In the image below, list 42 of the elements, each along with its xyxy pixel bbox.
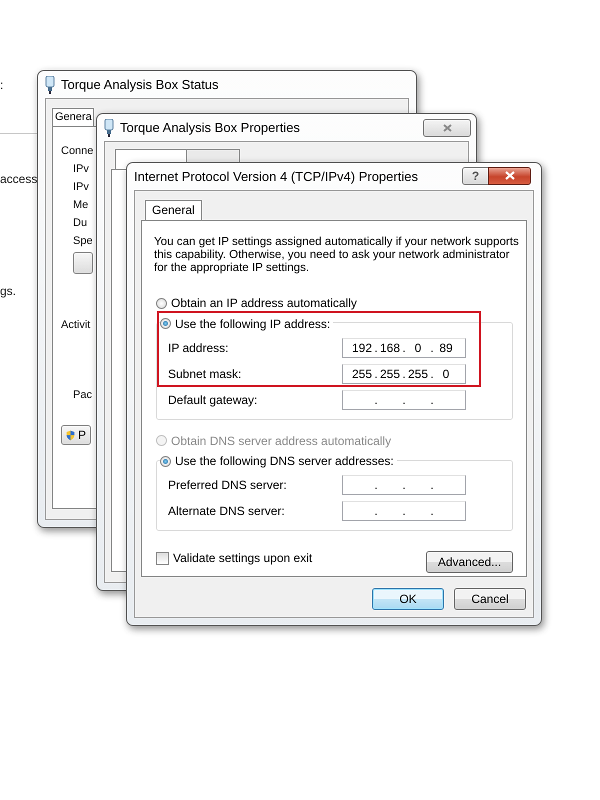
window-title: Torque Analysis Box Properties bbox=[120, 120, 301, 135]
close-icon bbox=[442, 124, 452, 132]
status-label: Conne bbox=[61, 145, 94, 157]
background-text: : bbox=[0, 78, 4, 92]
field-label: Subnet mask: bbox=[168, 366, 242, 380]
status-label: IPv bbox=[73, 163, 89, 175]
field-label: Preferred DNS server: bbox=[168, 478, 287, 492]
window-title: Internet Protocol Version 4 (TCP/IPv4) Properties bbox=[134, 169, 419, 184]
description-text: You can get IP settings assigned automatically if your network supports this capability. Otherwise, you need to ask your network administrator for the appropriate IP settings. bbox=[154, 235, 520, 274]
background-text: gs. bbox=[0, 284, 16, 298]
radio-button[interactable]: Use the following IP address: bbox=[160, 316, 330, 330]
status-label: Spe bbox=[73, 235, 93, 247]
status-button[interactable] bbox=[73, 252, 93, 274]
field-label: IP address: bbox=[168, 340, 228, 354]
ip-address-field[interactable]: . . . bbox=[342, 501, 466, 521]
tab[interactable]: General bbox=[145, 200, 202, 220]
field-label: Alternate DNS server: bbox=[168, 504, 285, 518]
window-title: Torque Analysis Box Status bbox=[61, 77, 220, 92]
ip-address-field[interactable]: . . . bbox=[342, 390, 466, 410]
help-button[interactable]: ? bbox=[462, 166, 489, 184]
status-label: IPv bbox=[73, 181, 89, 193]
radio-button[interactable]: Obtain an IP address automatically bbox=[156, 296, 513, 310]
network-adapter-icon bbox=[45, 76, 55, 94]
close-button[interactable] bbox=[488, 166, 531, 184]
cancel-button[interactable]: Cancel bbox=[454, 588, 526, 610]
field-label: Default gateway: bbox=[168, 392, 258, 406]
network-adapter-icon bbox=[104, 118, 114, 136]
ip-address-field[interactable]: . . . bbox=[342, 475, 466, 495]
status-label: Activit bbox=[61, 319, 90, 331]
ip-address-field[interactable]: 255 . 255 . 255 . 0 bbox=[342, 364, 466, 384]
ip-address-field[interactable]: 192 . 168 . 0 . 89 bbox=[342, 338, 466, 358]
close-icon bbox=[504, 171, 514, 180]
advanced-button[interactable]: Advanced... bbox=[426, 551, 513, 573]
ok-button[interactable]: OK bbox=[372, 588, 444, 610]
status-label: Pac bbox=[73, 389, 92, 401]
checkbox[interactable]: Validate settings upon exit bbox=[156, 551, 312, 565]
shield-button[interactable]: P bbox=[61, 425, 91, 445]
status-label: Du bbox=[73, 217, 88, 229]
background-text: access bbox=[0, 172, 38, 186]
tab[interactable]: Genera bbox=[52, 108, 94, 126]
status-label: Me bbox=[73, 199, 88, 211]
radio-button[interactable]: Use the following DNS server addresses: bbox=[160, 454, 394, 468]
